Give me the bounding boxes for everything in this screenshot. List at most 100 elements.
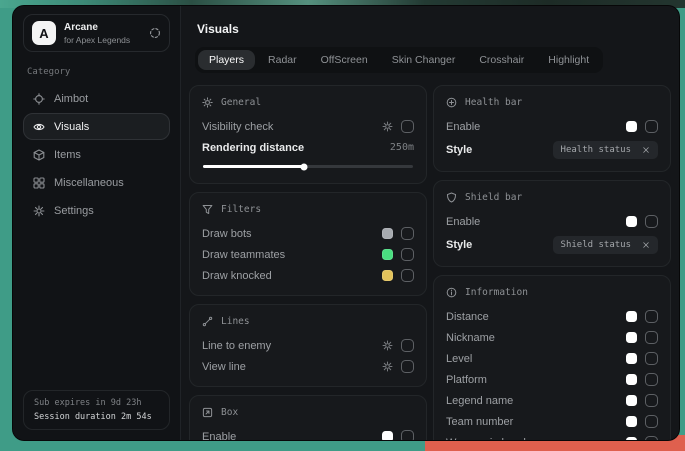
tab-radar[interactable]: Radar: [257, 50, 308, 70]
color-swatch[interactable]: [626, 121, 637, 132]
card-header: Shield bar: [446, 189, 658, 211]
row-label: Enable: [202, 431, 382, 441]
sidebar-item-settings[interactable]: Settings: [23, 197, 170, 224]
color-swatch[interactable]: [626, 437, 637, 440]
sidebar-item-visuals[interactable]: Visuals: [23, 113, 170, 140]
color-swatch[interactable]: [382, 228, 393, 239]
row-team-number: Team number: [446, 411, 658, 432]
style-select-value: Shield status: [561, 240, 631, 250]
row-controls: [626, 331, 658, 344]
slider[interactable]: [203, 165, 413, 168]
color-swatch[interactable]: [382, 249, 393, 260]
arcane-window: A Arcane for Apex Legends Category Aimbo…: [12, 5, 680, 441]
color-swatch[interactable]: [626, 311, 637, 322]
checkbox[interactable]: [645, 215, 658, 228]
row-style: StyleHealth status: [446, 137, 658, 162]
gear-icon[interactable]: [382, 361, 393, 372]
gear-icon[interactable]: [382, 340, 393, 351]
brand-logo: A: [32, 21, 56, 45]
row-weapon-in-hands: Weapon in hands: [446, 432, 658, 440]
page-title: Visuals: [197, 22, 671, 36]
row-visibility-check: Visibility check: [202, 116, 414, 137]
checkbox[interactable]: [401, 430, 414, 440]
sidebar-item-aimbot[interactable]: Aimbot: [23, 85, 170, 112]
style-select[interactable]: Health status: [553, 141, 658, 159]
row-label: Weapon in hands: [446, 437, 626, 441]
card-filters: FiltersDraw botsDraw teammatesDraw knock…: [189, 192, 427, 296]
checkbox[interactable]: [401, 269, 414, 282]
card-header: Filters: [202, 201, 414, 223]
shield-icon: [446, 192, 457, 203]
checkbox[interactable]: [401, 339, 414, 352]
row-draw-teammates: Draw teammates: [202, 244, 414, 265]
color-swatch[interactable]: [626, 332, 637, 343]
checkbox[interactable]: [645, 331, 658, 344]
card-health-bar: Health barEnableStyleHealth status: [433, 85, 671, 172]
card-title: Box: [221, 407, 238, 418]
card-box: BoxEnableEnable background: [189, 395, 427, 440]
checkbox[interactable]: [645, 310, 658, 323]
sun-icon: [202, 97, 213, 108]
row-label: Distance: [446, 311, 626, 323]
grid-icon: [33, 177, 45, 189]
sidebar-item-items[interactable]: Items: [23, 141, 170, 168]
row-level: Level: [446, 348, 658, 369]
gear-icon[interactable]: [382, 121, 393, 132]
brand-card: A Arcane for Apex Legends: [23, 14, 170, 52]
color-swatch[interactable]: [626, 353, 637, 364]
checkbox[interactable]: [401, 360, 414, 373]
sidebar-nav: Aimbot Visuals ItemsMiscellaneousSettings: [23, 85, 170, 225]
row-enable: Enable: [202, 426, 414, 440]
row-label: Level: [446, 353, 626, 365]
row-label: Style: [446, 144, 553, 156]
loader-icon[interactable]: [149, 27, 161, 39]
color-swatch[interactable]: [382, 431, 393, 440]
slider-thumb[interactable]: [300, 163, 307, 170]
checkbox[interactable]: [401, 248, 414, 261]
close-icon[interactable]: [642, 146, 650, 154]
card-header: Box: [202, 404, 414, 426]
brand-text: Arcane for Apex Legends: [64, 22, 141, 45]
color-swatch[interactable]: [626, 395, 637, 406]
row-label: Platform: [446, 374, 626, 386]
sidebar-item-label: Aimbot: [54, 93, 88, 105]
color-swatch[interactable]: [626, 416, 637, 427]
style-select[interactable]: Shield status: [553, 236, 658, 254]
checkbox[interactable]: [645, 352, 658, 365]
row-label: Rendering distance: [202, 142, 390, 154]
row-view-line: View line: [202, 356, 414, 377]
checkbox[interactable]: [645, 394, 658, 407]
close-icon[interactable]: [642, 241, 650, 249]
card-information: InformationDistanceNicknameLevelPlatform…: [433, 275, 671, 440]
info-icon: [446, 287, 457, 298]
color-swatch[interactable]: [626, 374, 637, 385]
row-draw-knocked: Draw knocked: [202, 265, 414, 286]
tab-players[interactable]: Players: [198, 50, 255, 70]
tab-offscreen[interactable]: OffScreen: [310, 50, 379, 70]
tab-skin-changer[interactable]: Skin Changer: [381, 50, 467, 70]
checkbox[interactable]: [645, 436, 658, 440]
tab-highlight[interactable]: Highlight: [537, 50, 600, 70]
color-swatch[interactable]: [382, 270, 393, 281]
settings-columns: GeneralVisibility checkRendering distanc…: [189, 85, 671, 440]
row-controls: [382, 269, 414, 282]
box-icon: [202, 407, 213, 418]
checkbox[interactable]: [645, 120, 658, 133]
tab-crosshair[interactable]: Crosshair: [468, 50, 535, 70]
sidebar-item-label: Visuals: [54, 121, 89, 133]
card-lines: LinesLine to enemyView line: [189, 304, 427, 387]
row-controls: [626, 394, 658, 407]
color-swatch[interactable]: [626, 216, 637, 227]
checkbox[interactable]: [645, 415, 658, 428]
row-platform: Platform: [446, 369, 658, 390]
checkbox[interactable]: [401, 120, 414, 133]
row-controls: [382, 120, 414, 133]
row-controls: [626, 120, 658, 133]
row-legend-name: Legend name: [446, 390, 658, 411]
row-controls: [626, 436, 658, 440]
card-title: Health bar: [465, 97, 522, 108]
row-label: Team number: [446, 416, 626, 428]
checkbox[interactable]: [401, 227, 414, 240]
sidebar-item-miscellaneous[interactable]: Miscellaneous: [23, 169, 170, 196]
checkbox[interactable]: [645, 373, 658, 386]
